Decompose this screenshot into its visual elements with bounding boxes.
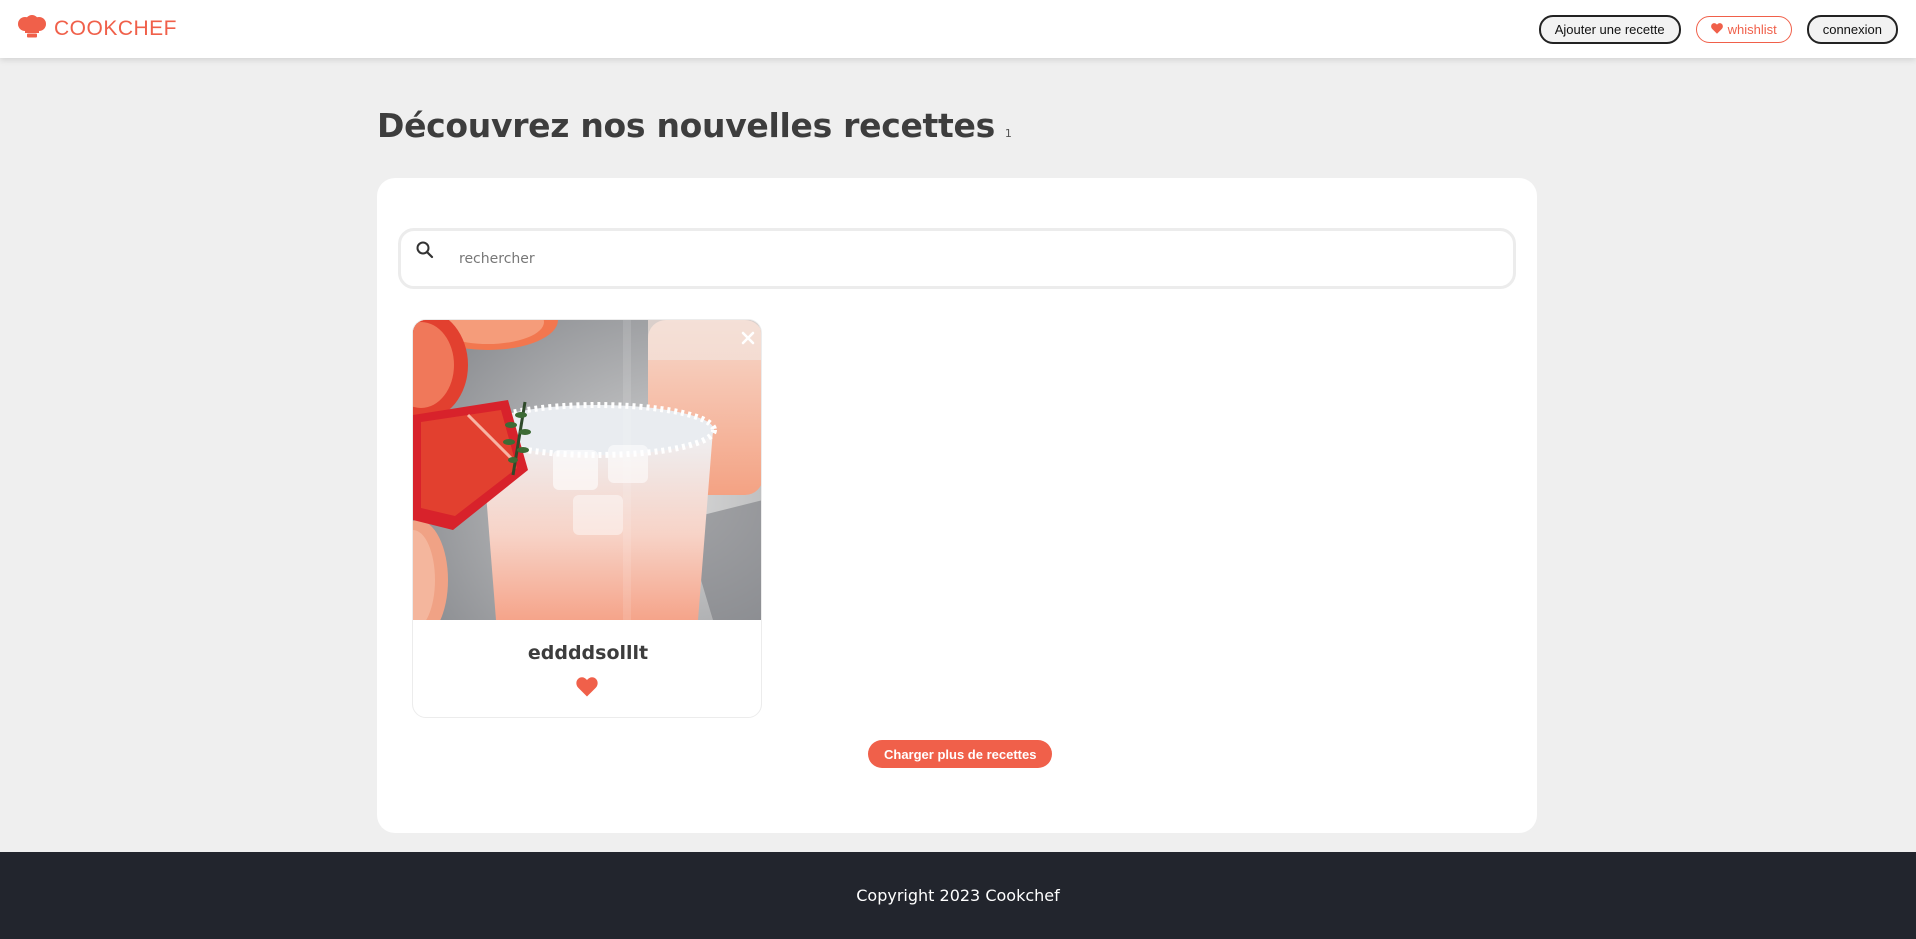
chef-hat-icon — [16, 15, 48, 43]
search-bar — [398, 228, 1516, 289]
wishlist-label: whishlist — [1727, 21, 1777, 37]
login-button[interactable]: connexion — [1806, 14, 1898, 44]
recipe-card[interactable]: eddddsolllt — [412, 319, 762, 718]
search-input[interactable] — [459, 245, 1459, 273]
page-title: Découvrez nos nouvelles recettes 1 — [377, 106, 1012, 145]
copyright-text: Copyright 2023 Cookchef — [856, 886, 1060, 905]
page-title-text: Découvrez nos nouvelles recettes — [377, 106, 995, 145]
wishlist-button[interactable]: whishlist — [1695, 15, 1792, 43]
favorite-heart-icon[interactable] — [576, 677, 598, 701]
header-nav: Ajouter une recette whishlist connexion — [1538, 14, 1898, 44]
recipe-title: eddddsolllt — [527, 642, 649, 664]
recipe-count: 1 — [1004, 127, 1012, 140]
logo-text: COOKCHEF — [54, 17, 178, 40]
logo[interactable]: COOKCHEF — [16, 15, 177, 43]
recipes-panel: eddddsolllt Charger plus de recettes — [377, 178, 1537, 833]
heart-icon — [1710, 22, 1723, 37]
top-header: COOKCHEF Ajouter une recette whishlist c… — [0, 0, 1916, 58]
remove-recipe-close-icon[interactable] — [741, 330, 755, 349]
footer: Copyright 2023 Cookchef — [0, 852, 1916, 939]
add-recipe-button[interactable]: Ajouter une recette — [1538, 14, 1681, 44]
search-icon — [415, 240, 435, 264]
recipe-image — [413, 320, 761, 640]
load-more-button[interactable]: Charger plus de recettes — [868, 740, 1053, 768]
